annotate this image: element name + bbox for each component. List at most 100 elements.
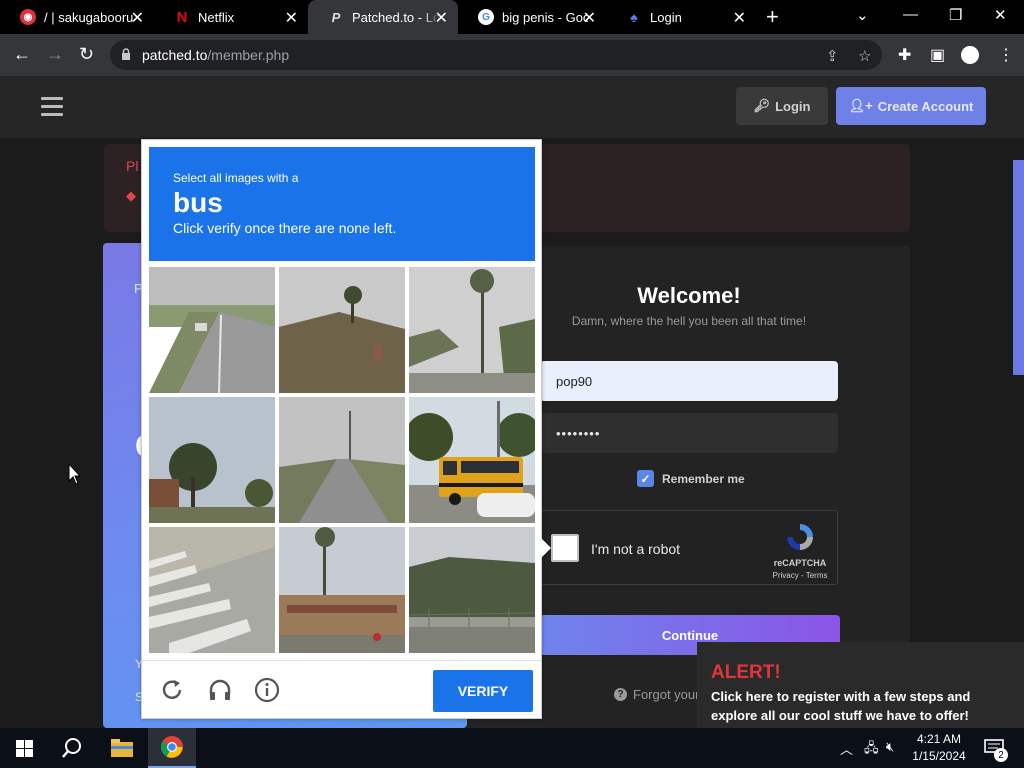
key-icon: 🔑︎ xyxy=(753,98,771,113)
error-alert-title: Pl xyxy=(126,158,139,174)
restore-icon[interactable]: ❐ xyxy=(949,6,962,24)
sakugabooru-icon: ◉ xyxy=(20,9,36,25)
captcha-instruction-line: Click verify once there are none left. xyxy=(173,220,397,236)
mouse-cursor-icon xyxy=(68,463,82,485)
error-bullet-icon: ◆ xyxy=(126,188,136,203)
profile-avatar-icon[interactable] xyxy=(961,46,979,64)
captcha-challenge-dialog: Select all images with a bus Click verif… xyxy=(141,139,542,719)
checkmark-icon: ✓ xyxy=(637,470,654,487)
remember-me-checkbox[interactable]: ✓ Remember me xyxy=(637,470,745,487)
search-icon[interactable] xyxy=(48,728,96,768)
close-window-icon[interactable]: ✕ xyxy=(994,6,1007,24)
user-plus-icon: 👤︎+ xyxy=(848,98,873,113)
register-alert-toast[interactable]: ALERT! Click here to register with a few… xyxy=(697,642,1024,728)
network-icon[interactable]: 🖧︎ xyxy=(864,739,879,761)
google-icon: G xyxy=(478,9,494,25)
new-tab-icon[interactable]: + xyxy=(766,4,779,30)
forgot-password-label: Forgot your xyxy=(633,687,700,702)
tab-title: big penis - Goo xyxy=(502,9,588,25)
create-account-label: Create Account xyxy=(877,98,974,114)
menu-kebab-icon[interactable]: ⋮ xyxy=(998,45,1014,65)
bookmark-star-icon[interactable]: ☆ xyxy=(858,47,871,65)
login-button[interactable]: 🔑︎ Login xyxy=(736,87,828,125)
captcha-tile-empty-road[interactable] xyxy=(279,397,405,523)
close-tab-icon[interactable]: ✕ xyxy=(583,8,596,28)
windows-taskbar: ︿ 🖧︎ 🔇︎ 4:21 AM 1/15/2024 2 xyxy=(0,728,1024,768)
captcha-tile-palm-tree-storefront[interactable] xyxy=(279,527,405,653)
captcha-instructions: Select all images with a bus Click verif… xyxy=(149,147,535,261)
omnibox[interactable]: patched.to/member.php ⇪ ☆ xyxy=(110,40,882,70)
lock-icon xyxy=(122,48,130,60)
captcha-tile-tree-building[interactable] xyxy=(149,397,275,523)
tab-login[interactable]: ♠ Login ✕ xyxy=(606,0,756,34)
file-explorer-icon[interactable] xyxy=(98,728,146,768)
remember-me-label: Remember me xyxy=(662,471,745,486)
captcha-tile-treeline-fence[interactable] xyxy=(409,527,535,653)
notifications-icon[interactable]: 2 xyxy=(978,728,1010,768)
recaptcha-logo-icon xyxy=(787,524,813,550)
volume-muted-icon[interactable]: 🔇︎ xyxy=(886,739,894,755)
create-account-button[interactable]: 👤︎+ Create Account xyxy=(836,87,986,125)
captcha-tile-highway-road[interactable] xyxy=(149,267,275,393)
tab-title: Patched.to - Log xyxy=(352,9,440,25)
tab-patched[interactable]: P Patched.to - Log ✕ xyxy=(308,0,458,34)
close-tab-icon[interactable]: ✕ xyxy=(131,8,144,28)
side-panel-icon[interactable]: ▣ xyxy=(930,45,945,65)
tab-google[interactable]: G big penis - Goo ✕ xyxy=(458,0,606,34)
close-tab-icon[interactable]: ✕ xyxy=(435,8,448,28)
start-windows-icon[interactable] xyxy=(0,728,48,768)
toast-body: Click here to register with a few steps … xyxy=(711,689,971,723)
info-icon[interactable] xyxy=(254,677,280,703)
refresh-icon[interactable] xyxy=(159,677,185,703)
password-field[interactable]: •••••••• xyxy=(540,413,838,453)
close-tab-icon[interactable]: ✕ xyxy=(285,8,298,28)
welcome-title: Welcome! xyxy=(637,283,741,308)
recaptcha-widget: I'm not a robot reCAPTCHA Privacy - Term… xyxy=(540,510,838,585)
login-site-icon: ♠ xyxy=(630,9,638,25)
forgot-password-link[interactable]: ? Forgot your xyxy=(614,687,699,702)
clock-date: 1/15/2024 xyxy=(912,749,966,763)
recaptcha-checkbox[interactable] xyxy=(551,534,579,562)
captcha-image-grid xyxy=(149,267,535,653)
patched-icon: P xyxy=(331,9,341,25)
reload-icon[interactable]: ↻ xyxy=(79,44,94,65)
url-text: patched.to/member.php xyxy=(142,47,289,63)
netflix-icon: N xyxy=(176,8,188,26)
login-button-label: Login xyxy=(775,98,811,114)
address-toolbar: ← → ↻ patched.to/member.php ⇪ ☆ ✚ ▣ ⋮ xyxy=(0,34,1024,76)
question-icon: ? xyxy=(614,688,627,701)
tab-search-icon[interactable]: ⌄ xyxy=(856,6,869,24)
scroll-indicator[interactable] xyxy=(1013,160,1024,375)
minimize-icon[interactable]: — xyxy=(903,6,918,23)
tab-title: / | sakugabooru xyxy=(44,9,134,25)
tab-title: Netflix xyxy=(198,9,235,25)
captcha-footer: VERIFY xyxy=(142,660,541,718)
tab-sakugabooru[interactable]: ◉ / | sakugabooru ✕ xyxy=(0,0,154,34)
chrome-taskbar-icon[interactable] xyxy=(148,728,196,768)
username-field[interactable]: pop90 xyxy=(540,361,838,401)
site-header: 🔑︎ Login 👤︎+ Create Account xyxy=(0,76,1024,138)
extensions-icon[interactable]: ✚ xyxy=(898,45,911,65)
url-path: /member.php xyxy=(207,47,290,63)
captcha-tile-palm-trees-street[interactable] xyxy=(409,267,535,393)
recaptcha-terms-link[interactable]: Privacy - Terms xyxy=(761,571,839,580)
captcha-tile-grassy-hill-palm[interactable] xyxy=(279,267,405,393)
forward-icon[interactable]: → xyxy=(46,44,64,65)
close-tab-icon[interactable]: ✕ xyxy=(733,8,746,28)
hamburger-menu-icon[interactable] xyxy=(41,97,63,116)
captcha-target-word: bus xyxy=(173,187,223,218)
recaptcha-brand: reCAPTCHA xyxy=(773,558,827,568)
captcha-tile-school-bus[interactable] xyxy=(409,397,535,523)
system-clock[interactable]: 4:21 AM 1/15/2024 xyxy=(909,731,969,765)
clock-time: 4:21 AM xyxy=(916,732,962,746)
captcha-instruction-line: Select all images with a xyxy=(173,171,299,185)
tab-strip: ◉ / | sakugabooru ✕ N Netflix ✕ P Patche… xyxy=(0,0,1024,34)
back-icon[interactable]: ← xyxy=(13,44,31,65)
captcha-tile-crosswalk[interactable] xyxy=(149,527,275,653)
tab-netflix[interactable]: N Netflix ✕ xyxy=(154,0,308,34)
audio-headphones-icon[interactable] xyxy=(207,677,233,703)
welcome-subtitle: Damn, where the hell you been all that t… xyxy=(571,314,807,328)
share-icon[interactable]: ⇪ xyxy=(826,47,839,65)
verify-button[interactable]: VERIFY xyxy=(433,670,533,712)
show-hidden-icons-chevron-icon[interactable]: ︿ xyxy=(840,739,853,758)
